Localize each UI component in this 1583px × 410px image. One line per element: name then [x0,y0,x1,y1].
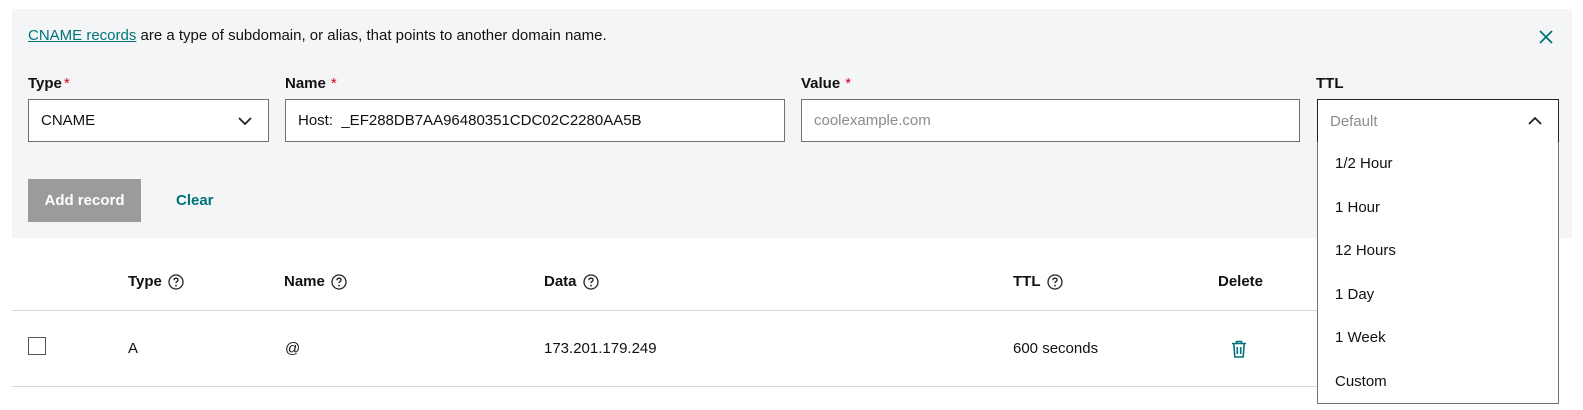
cname-records-link[interactable]: CNAME records [28,27,136,44]
add-record-button[interactable]: Add record [28,179,141,222]
help-icon[interactable] [1046,273,1063,290]
table-row-divider [12,386,1317,387]
ttl-option-half-hour[interactable]: 1/2 Hour [1335,155,1393,172]
close-icon[interactable] [1535,26,1557,48]
info-description: are a type of subdomain, or alias, that … [136,27,607,44]
row-data: 173.201.179.249 [544,340,657,357]
help-icon[interactable] [331,273,347,290]
table-header-divider [12,310,1317,311]
name-field-value: Host: _EF288DB7AA96480351CDC02C2280AA5B [298,112,642,129]
ttl-select[interactable]: Default [1317,99,1559,143]
data-column-header: Data [544,273,599,290]
type-select-value: CNAME [41,112,96,129]
trash-icon[interactable] [1230,339,1248,359]
type-select[interactable]: CNAME [28,99,269,142]
info-text: CNAME records are a type of subdomain, o… [28,27,607,44]
ttl-option-1-week[interactable]: 1 Week [1335,329,1386,346]
row-type: A [128,340,139,357]
value-field-placeholder: coolexample.com [814,112,931,129]
ttl-option-1-hour[interactable]: 1 Hour [1335,199,1380,216]
ttl-column-header: TTL [1013,273,1063,290]
ttl-option-12-hours[interactable]: 12 Hours [1335,242,1396,259]
help-icon[interactable] [582,273,599,290]
ttl-label: TTL [1316,75,1344,92]
row-checkbox[interactable] [28,337,46,355]
clear-button[interactable]: Clear [176,192,214,209]
help-icon[interactable] [168,273,184,290]
ttl-option-custom[interactable]: Custom [1335,373,1387,390]
name-field[interactable]: Host: _EF288DB7AA96480351CDC02C2280AA5B [285,99,785,142]
row-name: @ [285,340,301,357]
ttl-select-placeholder: Default [1330,112,1378,130]
value-label: Value * [801,75,852,92]
chevron-up-icon [1528,116,1542,125]
chevron-down-icon [238,117,252,126]
row-ttl: 600 seconds [1013,340,1099,357]
value-field[interactable]: coolexample.com [801,99,1300,142]
name-column-header: Name [284,273,347,290]
ttl-dropdown-menu: 1/2 Hour 1 Hour 12 Hours 1 Day 1 Week Cu… [1317,142,1559,404]
ttl-option-1-day[interactable]: 1 Day [1335,286,1374,303]
delete-column-header: Delete [1218,273,1264,290]
type-column-header: Type [128,273,184,290]
name-label: Name * [285,75,337,92]
type-label: Type * [28,75,70,92]
